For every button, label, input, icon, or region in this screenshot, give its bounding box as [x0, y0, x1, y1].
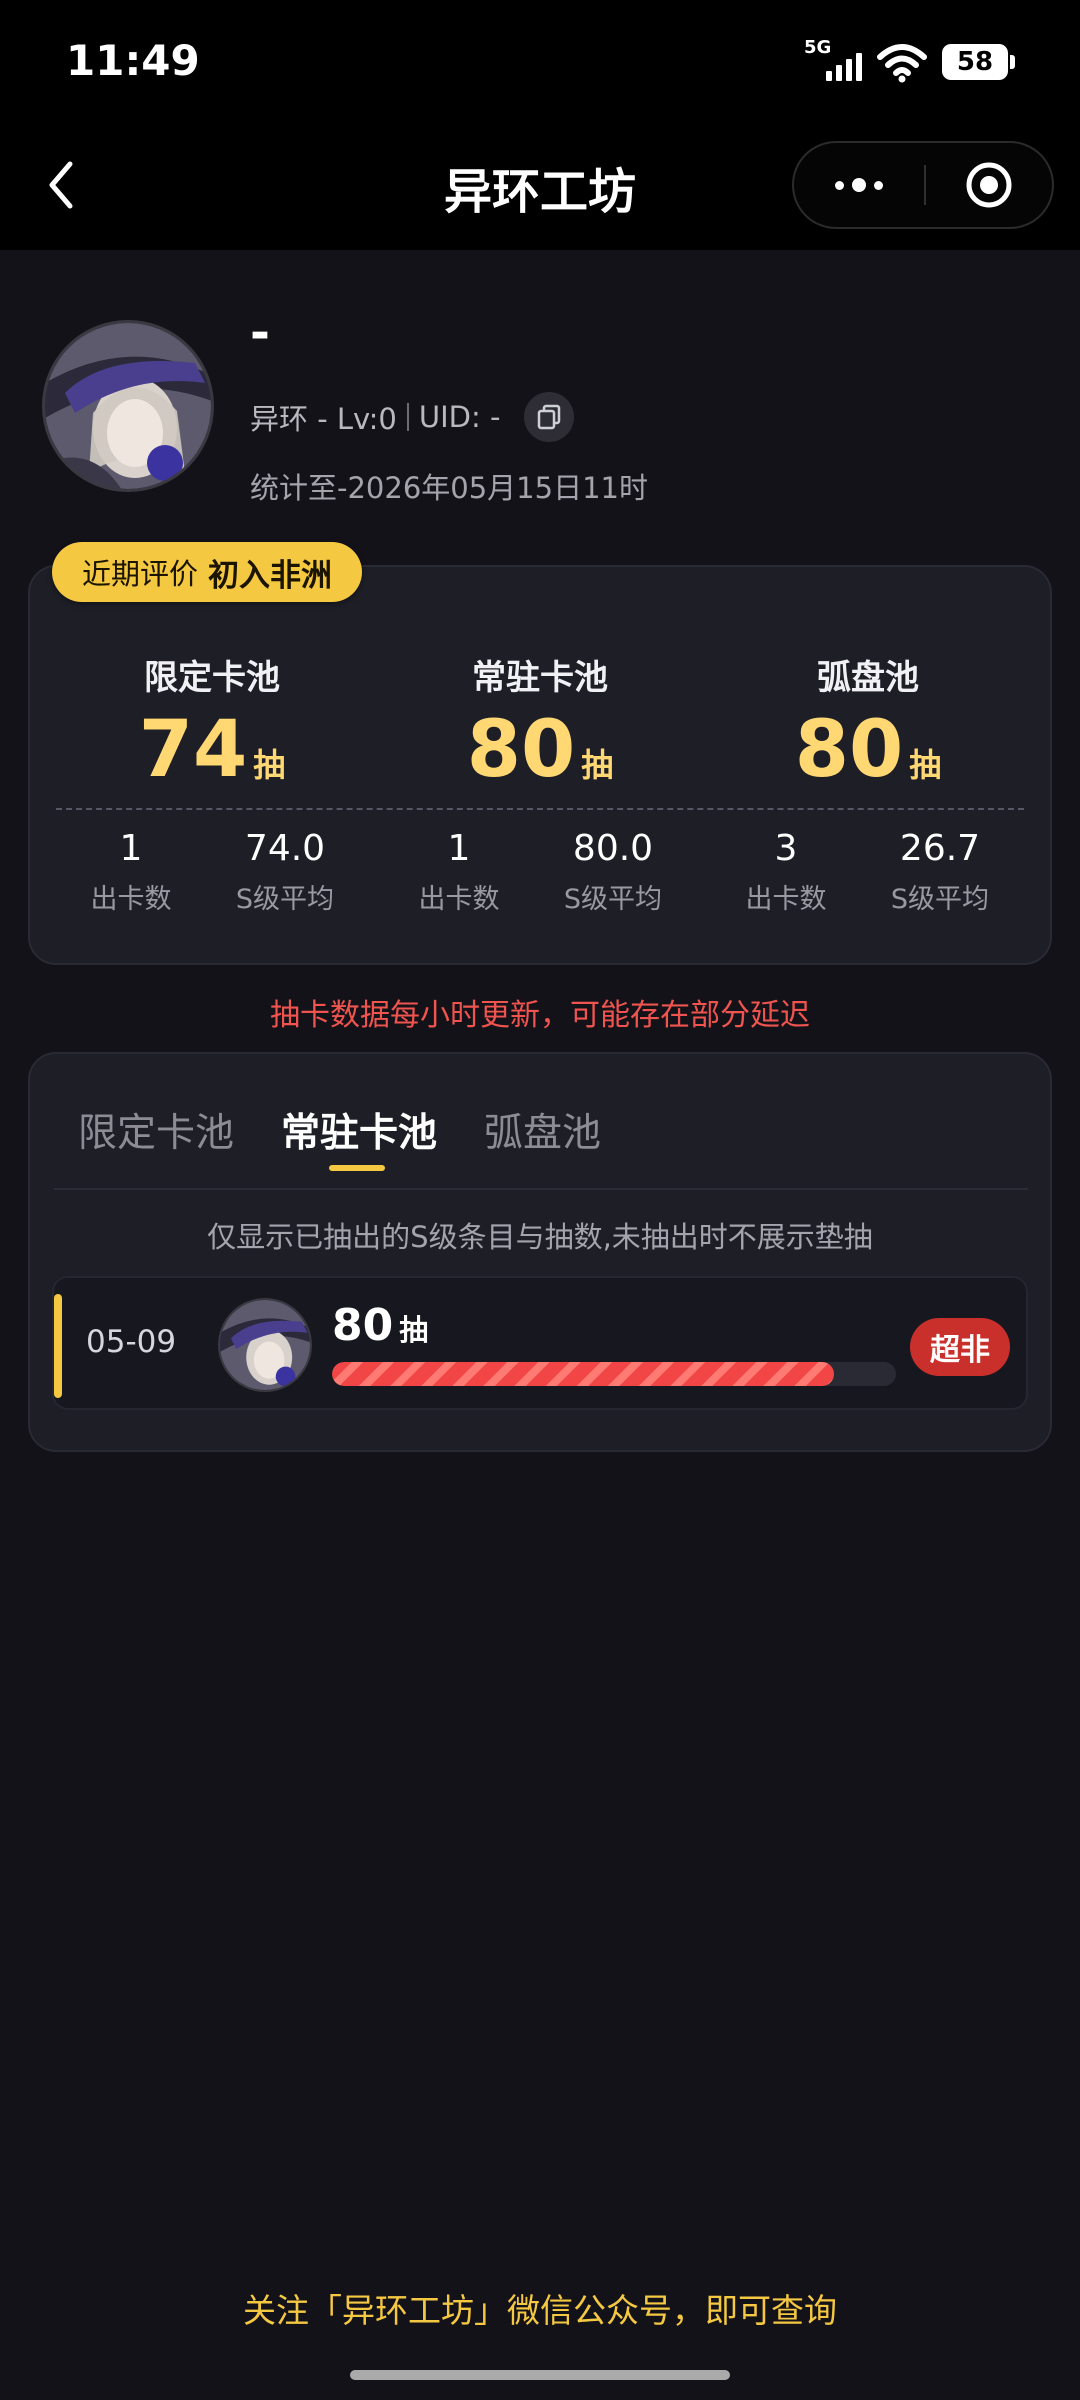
mini-program-capsule — [792, 141, 1054, 229]
profile-name: - — [250, 305, 270, 361]
stat-value: 26.7 — [899, 828, 981, 869]
stat-value: 1 — [447, 828, 471, 869]
rank-badge: 超非 — [910, 1318, 1010, 1376]
pool-count-unit: 抽 — [253, 746, 286, 784]
uid: UID: - — [418, 400, 501, 434]
tab-arc-disc-pool[interactable]: 弧盘池 — [484, 1102, 601, 1158]
pool-standard: 常驻卡池 80 抽 — [370, 650, 710, 795]
page: 11:49 5G 58 异环工坊 - 异环 - Lv:0 UID: - 统计至-… — [0, 0, 1080, 2400]
rating-label: 近期评价 — [82, 557, 199, 591]
wifi-icon — [877, 44, 927, 83]
copy-uid-button[interactable] — [524, 392, 575, 442]
avatar — [42, 320, 214, 492]
stat-label: 出卡数 — [418, 884, 500, 915]
stat-value: 74.0 — [244, 828, 326, 869]
footer-note: 关注「异环工坊」微信公众号，即可查询 — [243, 2291, 837, 2330]
character-portrait — [45, 323, 211, 489]
more-button[interactable] — [794, 143, 924, 227]
copy-icon — [538, 404, 561, 430]
stat-avg-standard: 80.0 S级平均 — [538, 828, 688, 916]
stat-value: 1 — [119, 828, 143, 869]
stat-value: 3 — [774, 828, 798, 869]
battery-icon: 58 — [942, 44, 1015, 80]
top-bar: 11:49 5G 58 异环工坊 — [0, 0, 1080, 250]
game-level: 异环 - Lv:0 — [250, 402, 397, 436]
pool-count-unit: 抽 — [909, 746, 942, 784]
tab-limited-pool[interactable]: 限定卡池 — [78, 1102, 234, 1158]
record-pulls-unit: 抽 — [399, 1313, 429, 1347]
stat-label: 出卡数 — [90, 884, 172, 915]
list-hint: 仅显示已抽出的S级条目与抽数,未抽出时不展示垫抽 — [207, 1220, 873, 1254]
pool-count-value: 74 — [138, 705, 248, 795]
more-dots-icon — [835, 180, 844, 190]
stat-label: S级平均 — [890, 884, 990, 915]
pool-arc-disc: 弧盘池 80 抽 — [698, 650, 1038, 795]
pool-count-value: 80 — [794, 705, 904, 795]
pool-count: 80 抽 — [698, 705, 1038, 795]
tab-divider — [54, 1188, 1028, 1190]
stat-cards-standard: 1 出卡数 — [384, 828, 534, 916]
pool-name: 常驻卡池 — [472, 658, 608, 698]
pool-limited: 限定卡池 74 抽 — [42, 650, 382, 795]
update-notice: 抽卡数据每小时更新，可能存在部分延迟 — [270, 998, 810, 1033]
character-portrait — [220, 1300, 310, 1390]
pool-count-value: 80 — [466, 705, 576, 795]
stat-cards-arc-disc: 3 出卡数 — [711, 828, 861, 916]
home-indicator[interactable] — [350, 2370, 730, 2380]
stat-cards-limited: 1 出卡数 — [56, 828, 206, 916]
pull-progress-track — [332, 1362, 896, 1386]
record-pulls-value: 80 — [332, 1300, 394, 1351]
stat-label: 出卡数 — [745, 884, 827, 915]
close-button[interactable] — [926, 143, 1052, 227]
stat-label: S级平均 — [235, 884, 335, 915]
stats-date: 统计至-2026年05月15日11时 — [250, 471, 648, 505]
meta-divider — [406, 403, 409, 431]
cellular-signal-icon: 5G — [804, 37, 862, 83]
list-item[interactable]: 05-09 80 抽 超非 — [52, 1276, 1028, 1410]
pool-count-unit: 抽 — [581, 746, 614, 784]
record-date: 05-09 — [86, 1324, 177, 1360]
tab-standard-pool[interactable]: 常驻卡池 — [281, 1102, 437, 1158]
stat-avg-limited: 74.0 S级平均 — [210, 828, 360, 916]
record-marker — [54, 1294, 62, 1398]
record-pulls: 80 抽 — [332, 1300, 428, 1351]
pool-name: 弧盘池 — [817, 658, 919, 698]
pool-count: 80 抽 — [370, 705, 710, 795]
rating-value: 初入非洲 — [208, 557, 333, 594]
status-icons: 5G 58 — [804, 37, 1015, 86]
stat-label: S级平均 — [563, 884, 663, 915]
stat-value: 80.0 — [572, 828, 654, 869]
summary-divider — [56, 808, 1024, 810]
status-time: 11:49 — [66, 36, 200, 85]
pool-count: 74 抽 — [42, 705, 382, 795]
target-close-icon — [966, 162, 1012, 208]
active-tab-indicator — [329, 1165, 385, 1171]
pool-name: 限定卡池 — [144, 658, 280, 698]
profile-meta: 异环 - Lv:0 UID: - — [250, 392, 575, 442]
rating-badge: 近期评价 初入非洲 — [52, 542, 363, 602]
stat-avg-arc-disc: 26.7 S级平均 — [865, 828, 1015, 916]
pull-progress-fill — [332, 1362, 834, 1386]
record-avatar — [218, 1298, 312, 1392]
